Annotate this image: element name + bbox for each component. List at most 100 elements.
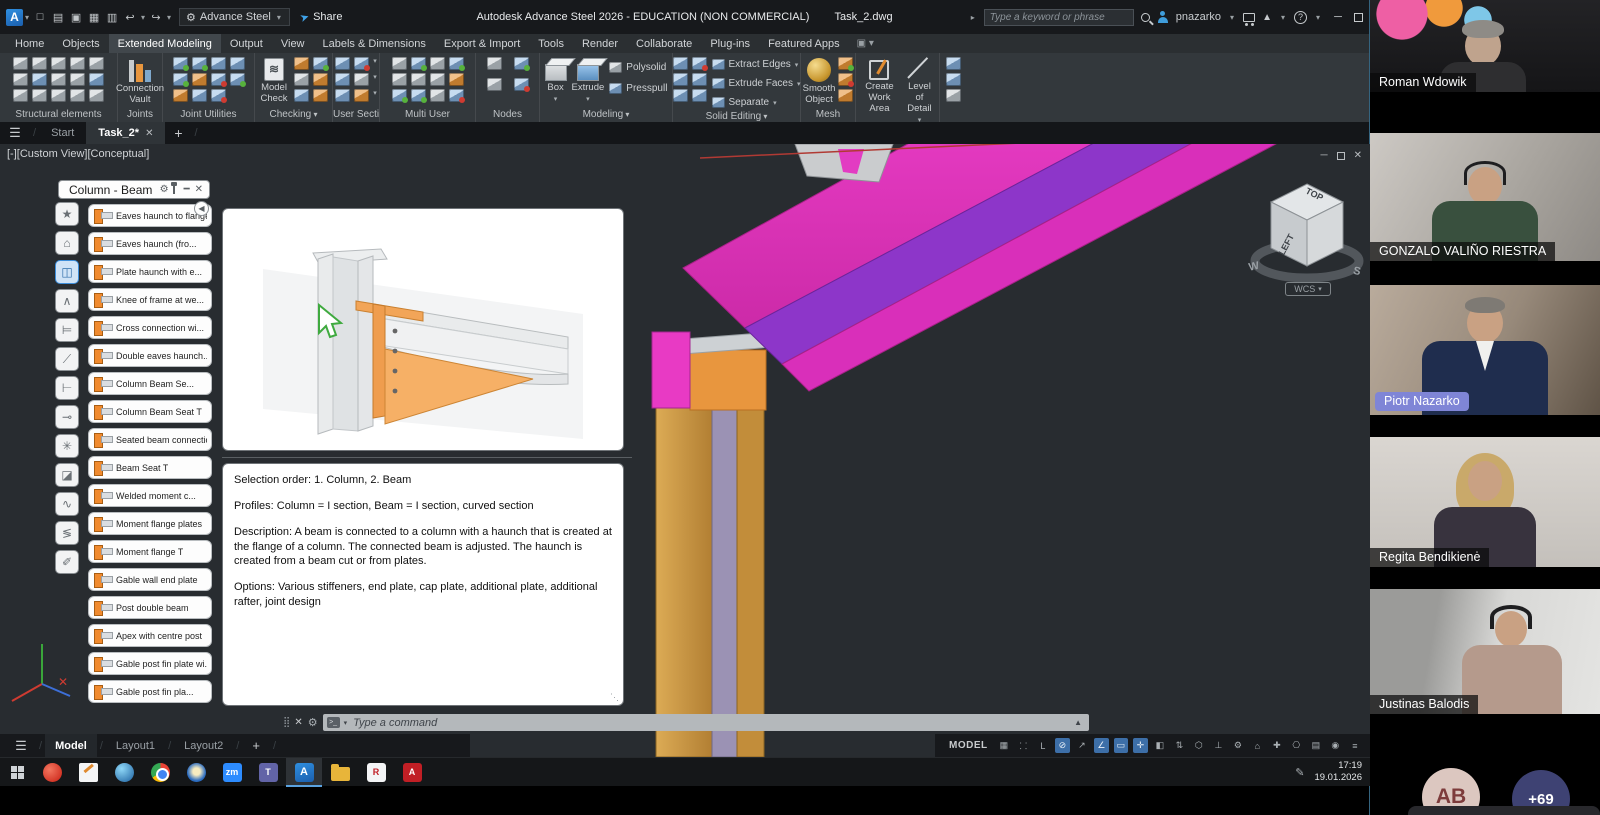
tool-icon[interactable] — [335, 73, 350, 86]
tool-icon[interactable] — [673, 73, 688, 86]
status-menu-icon[interactable]: ≡ — [1348, 738, 1363, 753]
tool-icon[interactable] — [294, 57, 309, 70]
lineweight-icon[interactable]: ✛ — [1133, 738, 1148, 753]
tool-icon[interactable] — [838, 57, 853, 70]
viewport-restore-icon[interactable] — [1337, 152, 1345, 160]
tool-icon[interactable] — [392, 89, 407, 102]
taskbar-clock[interactable]: 17:19 19.01.2026 — [1314, 760, 1362, 784]
tool-icon[interactable] — [335, 57, 350, 70]
tool-icon[interactable] — [392, 73, 407, 86]
joint-item[interactable]: Double eaves haunch... — [88, 344, 212, 367]
tool-icon[interactable] — [487, 57, 502, 70]
tool-icon[interactable] — [673, 57, 688, 70]
tool-icon[interactable] — [89, 57, 104, 70]
tool-icon[interactable] — [692, 89, 707, 102]
tool-icon[interactable] — [354, 57, 369, 70]
joint-item[interactable]: Gable wall end plate — [88, 568, 212, 591]
tool-icon[interactable] — [89, 73, 104, 86]
tool-icon[interactable] — [51, 73, 66, 86]
tool-icon[interactable] — [411, 89, 426, 102]
category-bracing-icon[interactable]: ⟋ — [55, 347, 79, 371]
transparency-icon[interactable]: ◧ — [1153, 738, 1168, 753]
meeting-controls-bar[interactable] — [1408, 806, 1600, 815]
pen-icon[interactable]: ✎ — [1295, 766, 1304, 779]
viewport-controls-label[interactable]: [-][Custom View][Conceptual] — [7, 148, 149, 160]
command-input[interactable] — [351, 716, 1070, 730]
taskbar-app-media[interactable] — [34, 758, 70, 787]
joint-item[interactable]: Moment flange plates — [88, 512, 212, 535]
units-icon[interactable]: ⎔ — [1289, 738, 1304, 753]
open-file-icon[interactable]: ▤ — [50, 9, 66, 25]
new-tab-button[interactable]: + — [165, 122, 191, 144]
start-button[interactable] — [0, 766, 34, 779]
app-logo-icon[interactable]: A — [6, 9, 23, 26]
3d-osnap-icon[interactable]: ⬡ — [1192, 738, 1207, 753]
tool-icon[interactable] — [173, 89, 188, 102]
palette-settings-icon[interactable]: ⚙ — [160, 184, 169, 195]
layout-menu-icon[interactable]: ☰ — [6, 738, 36, 754]
compass-south[interactable]: S — [1352, 265, 1362, 278]
joint-item[interactable]: Gable post fin plate wi... — [88, 652, 212, 675]
participant-video[interactable]: Piotr Nazarko — [1370, 285, 1600, 415]
smooth-object-button[interactable]: Smooth Object — [803, 57, 836, 106]
connection-vault-button[interactable]: Connection Vault — [116, 57, 164, 106]
new-layout-button[interactable]: + — [242, 738, 270, 753]
file-tab-task2[interactable]: Task_2*✕ — [86, 122, 165, 144]
tab-export-import[interactable]: Export & Import — [435, 34, 529, 53]
selection-cycling-icon[interactable]: ⇅ — [1172, 738, 1187, 753]
tab-objects[interactable]: Objects — [53, 34, 108, 53]
tool-icon[interactable] — [51, 57, 66, 70]
dynamic-ucs-icon[interactable]: ⊥ — [1211, 738, 1226, 753]
polysolid-button[interactable]: Polysolid — [609, 60, 667, 75]
tool-icon[interactable] — [32, 57, 47, 70]
tool-icon[interactable] — [449, 73, 464, 86]
extrude-button[interactable]: Extrude▾ — [572, 57, 605, 104]
joint-item[interactable]: Post double beam — [88, 596, 212, 619]
viewport-close-icon[interactable]: ✕ — [1354, 150, 1362, 161]
annotation-monitor-icon[interactable]: ✚ — [1270, 738, 1285, 753]
save-icon[interactable]: ▣ — [68, 9, 84, 25]
category-cut-icon[interactable]: ◪ — [55, 463, 79, 487]
panel-splitter[interactable] — [222, 457, 632, 458]
tool-icon[interactable] — [487, 78, 502, 91]
tab-view[interactable]: View — [272, 34, 314, 53]
tool-icon[interactable] — [430, 57, 445, 70]
tool-icon[interactable] — [411, 57, 426, 70]
tool-icon[interactable] — [335, 89, 350, 102]
participant-video[interactable]: GONZALO VALIÑO RIESTRA — [1370, 133, 1600, 261]
tab-collaborate[interactable]: Collaborate — [627, 34, 701, 53]
tool-icon[interactable] — [313, 89, 328, 102]
ribbon-options-icon[interactable]: ▣ ▾ — [857, 34, 874, 53]
tool-icon[interactable] — [89, 89, 104, 102]
joint-item[interactable]: Eaves haunch (fro... — [88, 232, 212, 255]
category-apex-icon[interactable]: ∧ — [55, 289, 79, 313]
command-recent-caret-icon[interactable]: ▾ — [344, 719, 348, 727]
tool-icon[interactable] — [211, 73, 226, 86]
category-favourites-icon[interactable]: ★ — [55, 202, 79, 226]
joint-item[interactable]: Column Beam Seat T — [88, 400, 212, 423]
print-icon[interactable]: ▥ — [104, 9, 120, 25]
palette-pin-icon[interactable] — [173, 186, 175, 194]
autodesk-caret-icon[interactable]: ▾ — [1281, 13, 1285, 22]
extract-edges-button[interactable]: Extract Edges▾ — [712, 57, 801, 72]
tab-extended-modeling[interactable]: Extended Modeling — [109, 34, 221, 53]
category-beam-splice-icon[interactable]: ⊨ — [55, 318, 79, 342]
isolate-objects-icon[interactable]: ◉ — [1328, 738, 1343, 753]
category-user-icon[interactable]: ✐ — [55, 550, 79, 574]
tab-labels-dimensions[interactable]: Labels & Dimensions — [314, 34, 435, 53]
category-special-icon[interactable]: ∿ — [55, 492, 79, 516]
close-tab-icon[interactable]: ✕ — [145, 128, 153, 139]
help-caret-icon[interactable]: ▾ — [1316, 13, 1320, 22]
restore-button[interactable] — [1354, 13, 1363, 22]
palette-close-icon[interactable]: ✕ — [195, 184, 203, 195]
palette-minimize-icon[interactable]: ━ — [184, 184, 190, 195]
tab-tools[interactable]: Tools — [529, 34, 573, 53]
joint-item[interactable]: Plate haunch with e... — [88, 260, 212, 283]
joint-item[interactable]: Knee of frame at we... — [88, 288, 212, 311]
taskbar-app-advance-steel[interactable]: A — [286, 758, 322, 787]
model-space-toggle[interactable]: MODEL — [949, 740, 988, 751]
tool-icon[interactable] — [946, 57, 961, 70]
resize-grip-icon[interactable]: ⋱ — [610, 691, 620, 703]
annotation-scale-icon[interactable]: ⚙ — [1231, 738, 1246, 753]
participant-video[interactable]: Regita Bendikienė — [1370, 437, 1600, 567]
